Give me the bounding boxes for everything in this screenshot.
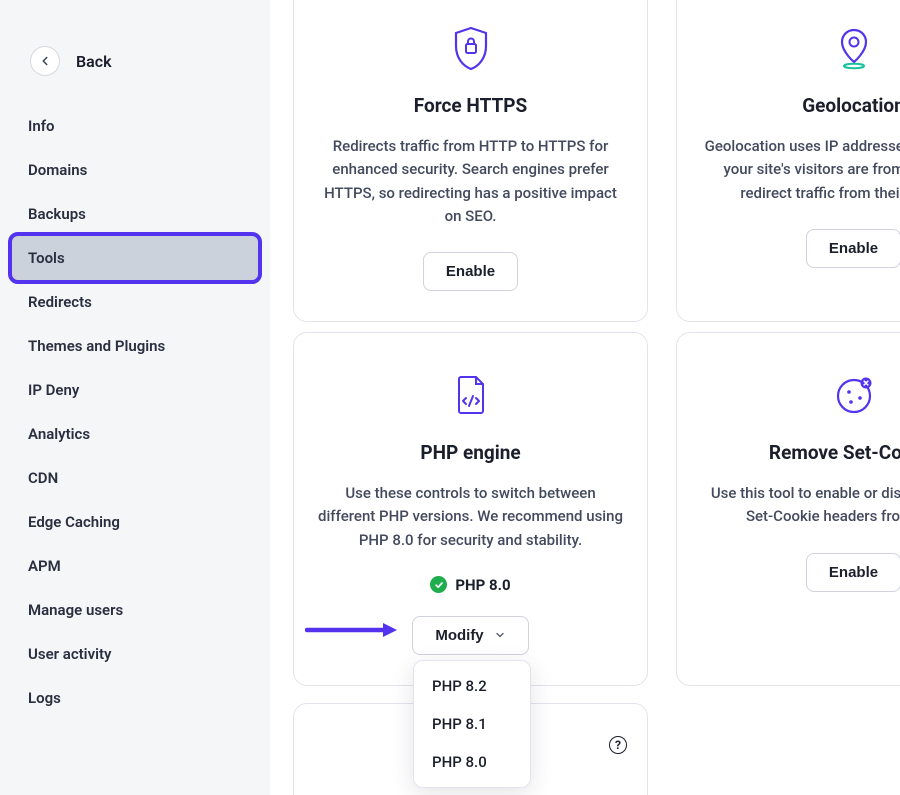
arrow-left-icon [38,54,52,68]
card-description: Use this tool to enable or disable remov… [701,482,900,529]
sidebar: Back InfoDomainsBackupsToolsRedirectsThe… [0,0,270,795]
sidebar-item-tools[interactable]: Tools [12,236,258,280]
file-code-icon [452,369,490,421]
main-content: Force HTTPS Redirects traffic from HTTP … [270,0,900,795]
back-label: Back [76,52,112,71]
sidebar-item-logs[interactable]: Logs [12,676,258,720]
chevron-down-icon [494,629,506,641]
card-description: Use these controls to switch between dif… [318,482,623,552]
sidebar-nav: InfoDomainsBackupsToolsRedirectsThemes a… [12,104,258,720]
enable-button[interactable]: Enable [423,252,518,291]
annotation-arrow-icon [305,620,400,640]
sidebar-item-info[interactable]: Info [12,104,258,148]
php-version-dropdown: PHP 8.2PHP 8.1PHP 8.0 [413,660,531,788]
modify-button-label: Modify [435,627,483,644]
sidebar-item-cdn[interactable]: CDN [12,456,258,500]
sidebar-item-domains[interactable]: Domains [12,148,258,192]
card-title: Force HTTPS [414,94,527,117]
map-pin-icon [834,22,874,74]
card-force-https: Force HTTPS Redirects traffic from HTTP … [293,0,648,322]
sidebar-item-analytics[interactable]: Analytics [12,412,258,456]
sidebar-item-backups[interactable]: Backups [12,192,258,236]
sidebar-item-edge-caching[interactable]: Edge Caching [12,500,258,544]
card-title: PHP engine [420,441,520,464]
dropdown-option[interactable]: PHP 8.2 [414,667,530,705]
enable-button[interactable]: Enable [806,553,900,592]
shield-lock-icon [451,22,491,74]
php-version-label: PHP 8.0 [455,576,510,594]
sidebar-item-ip-deny[interactable]: IP Deny [12,368,258,412]
card-description: Redirects traffic from HTTP to HTTPS for… [318,135,623,228]
back-row: Back [12,40,258,104]
sidebar-item-apm[interactable]: APM [12,544,258,588]
card-description: Geolocation uses IP addresses to find wh… [701,135,900,205]
cookie-icon [833,369,875,421]
cards-row-1: Force HTTPS Redirects traffic from HTTP … [293,0,900,322]
sidebar-item-user-activity[interactable]: User activity [12,632,258,676]
check-circle-icon [430,576,447,593]
modify-button[interactable]: Modify [412,616,528,655]
help-icon[interactable]: ? [609,736,627,754]
sidebar-item-redirects[interactable]: Redirects [12,280,258,324]
card-title: Geolocation [802,94,900,117]
card-remove-cookie: Remove Set-Cookie Use this tool to enabl… [676,332,900,686]
sidebar-item-manage-users[interactable]: Manage users [12,588,258,632]
enable-button[interactable]: Enable [806,229,900,268]
dropdown-option[interactable]: PHP 8.0 [414,743,530,781]
back-button[interactable] [30,46,60,76]
card-geolocation: Geolocation Geolocation uses IP addresse… [676,0,900,322]
php-status: PHP 8.0 [430,576,510,594]
dropdown-option[interactable]: PHP 8.1 [414,705,530,743]
sidebar-item-themes-and-plugins[interactable]: Themes and Plugins [12,324,258,368]
card-title: Remove Set-Cookie [769,441,900,464]
